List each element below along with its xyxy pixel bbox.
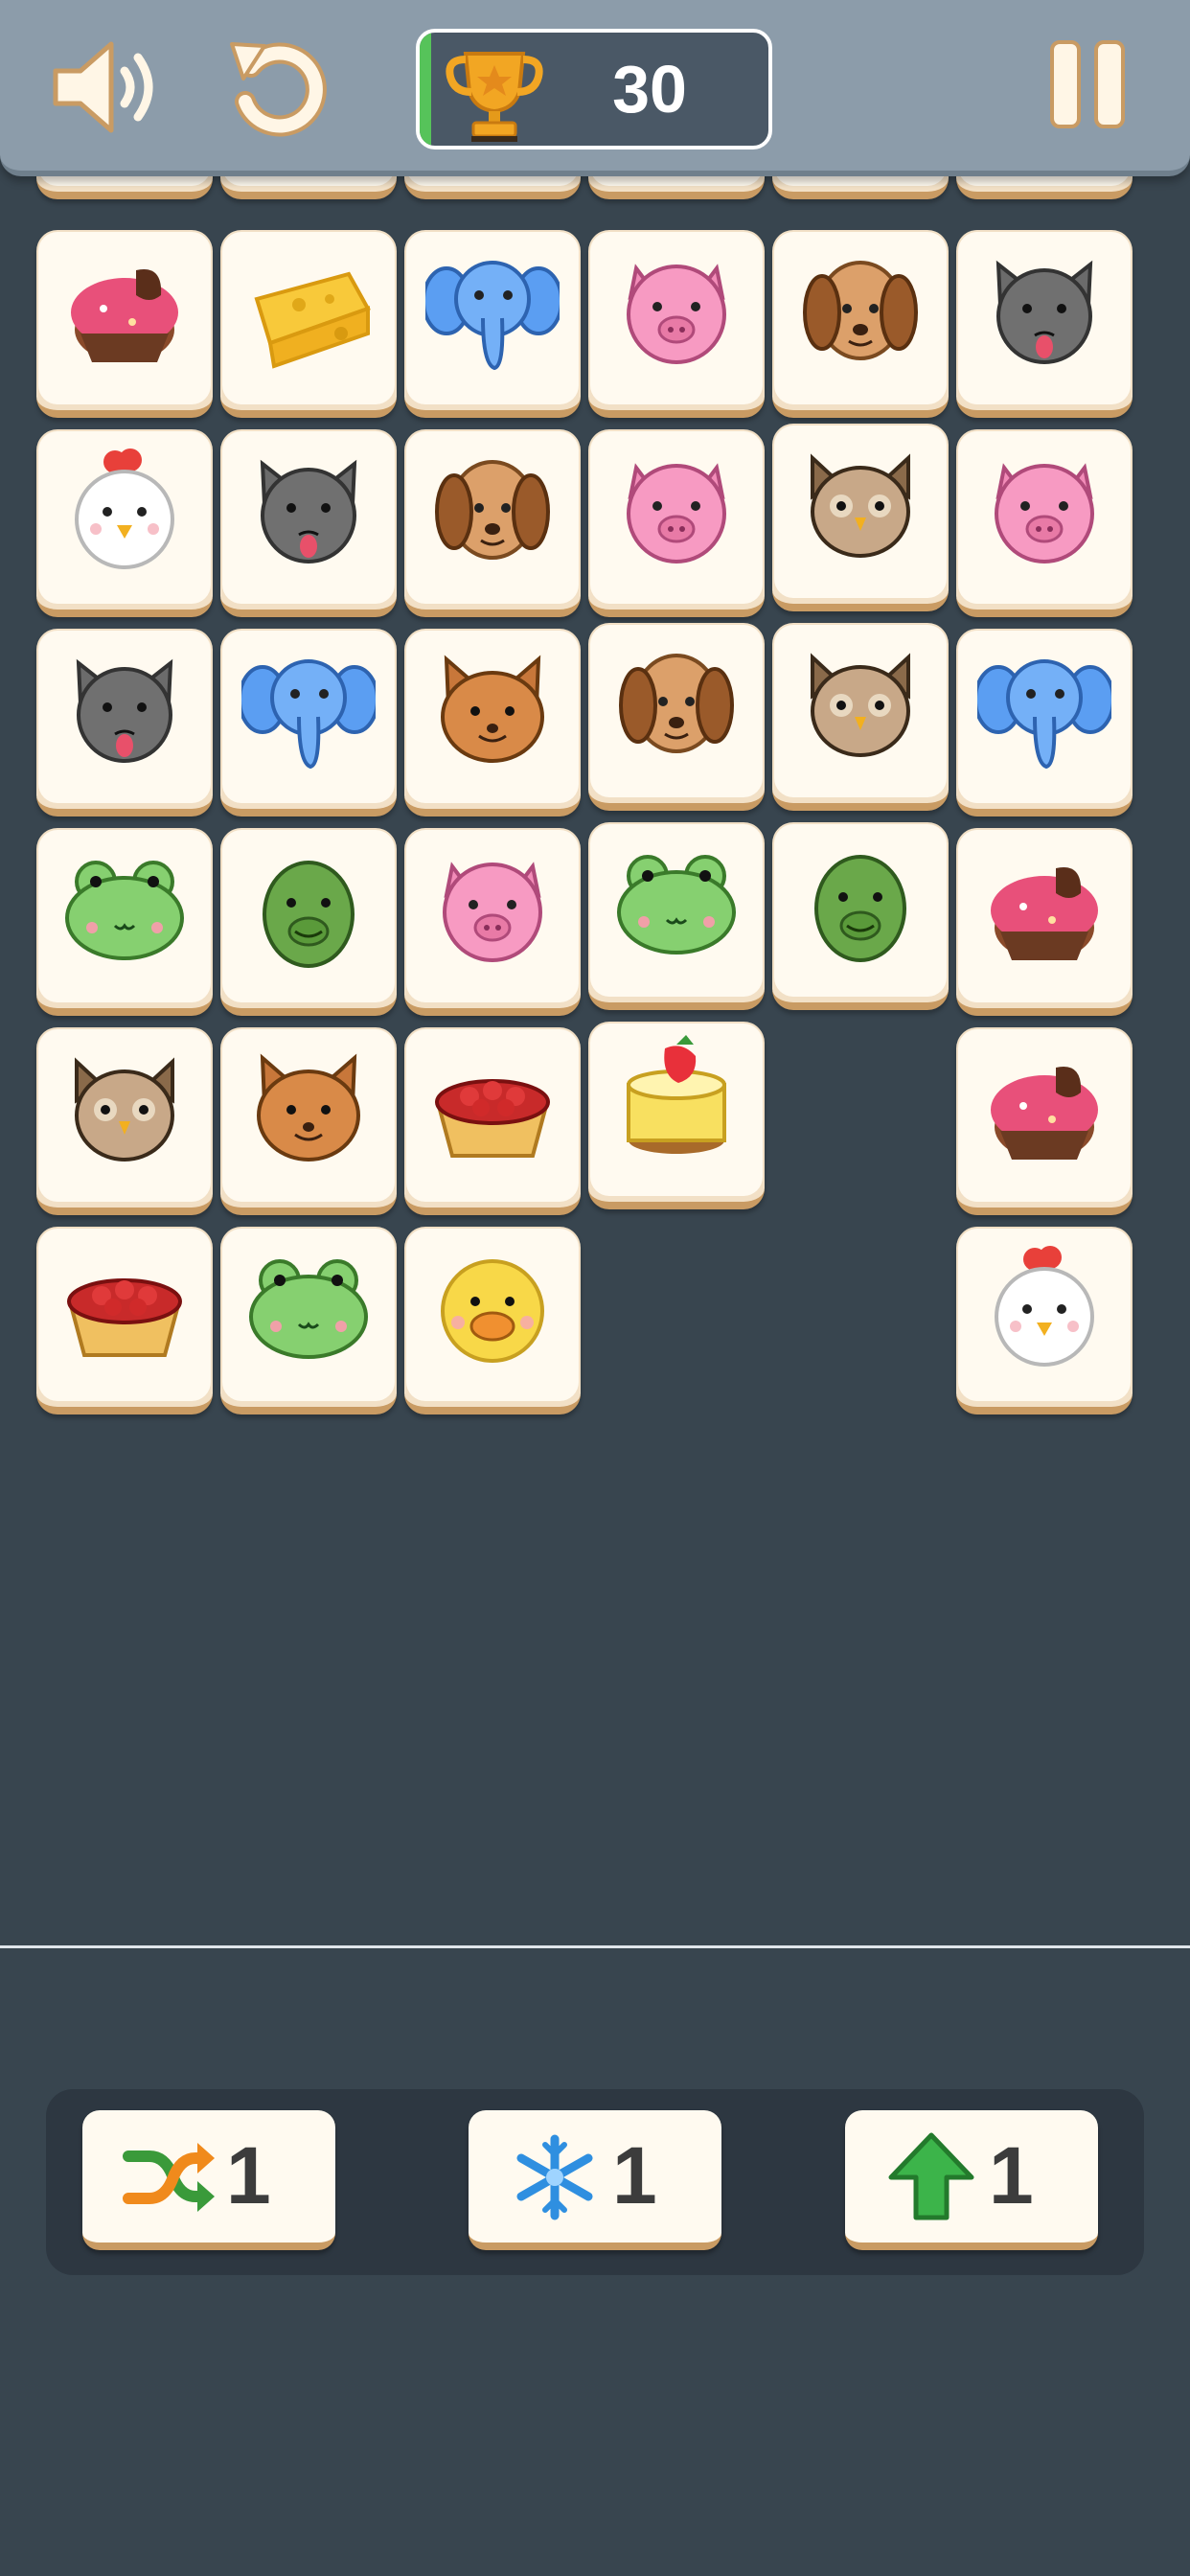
tart-icon	[435, 1079, 550, 1158]
chick-icon	[441, 1259, 544, 1363]
cat-icon	[995, 260, 1093, 364]
tile-fox[interactable]	[220, 1027, 397, 1215]
score-accent-bar	[420, 33, 431, 146]
tile-elephant[interactable]	[404, 230, 581, 418]
chicken-icon	[995, 1246, 1094, 1367]
shuffle-icon	[123, 2143, 215, 2212]
powerup-bar: 1 1 1	[46, 2089, 1144, 2275]
owl-icon	[75, 1057, 174, 1162]
tile-chicken[interactable]	[36, 429, 213, 617]
tart-icon	[67, 1278, 182, 1357]
freeze-button[interactable]: 1	[469, 2110, 721, 2250]
lift-button[interactable]: 1	[845, 2110, 1098, 2250]
shuffle-count: 1	[226, 2130, 271, 2220]
cake-icon	[991, 1067, 1098, 1160]
owl-icon	[811, 653, 910, 757]
tile-pig[interactable]	[404, 828, 581, 1016]
fox-icon	[257, 1053, 360, 1162]
dog-icon	[435, 460, 550, 560]
tile-cake[interactable]	[956, 828, 1133, 1016]
dog-icon	[619, 654, 734, 753]
freeze-count: 1	[612, 2130, 657, 2220]
tile-dog[interactable]	[588, 623, 765, 811]
tile-chick[interactable]	[404, 1227, 581, 1414]
tile-frog[interactable]	[36, 828, 213, 1016]
elephant-icon	[425, 261, 560, 371]
snowflake-icon	[516, 2134, 593, 2220]
tile-cat[interactable]	[956, 230, 1133, 418]
chicken-icon	[75, 448, 174, 569]
cheese-icon	[254, 271, 371, 369]
pause-icon	[1050, 40, 1125, 128]
tray-divider	[0, 1945, 1190, 1948]
undo-icon	[230, 42, 327, 137]
tile-frog[interactable]	[588, 822, 765, 1010]
tile-board	[0, 142, 1190, 1934]
frog-icon	[249, 1259, 368, 1359]
tile-cake[interactable]	[956, 1027, 1133, 1215]
sound-button[interactable]	[48, 34, 163, 140]
tile-cat[interactable]	[36, 629, 213, 816]
tile-cheesecake[interactable]	[588, 1022, 765, 1209]
pig-icon	[995, 463, 1094, 564]
up-arrow-icon	[888, 2132, 974, 2220]
fox-icon	[441, 655, 544, 763]
turtle-icon	[814, 855, 906, 962]
tile-fox[interactable]	[404, 629, 581, 816]
speaker-icon	[53, 41, 153, 133]
dog-icon	[803, 261, 918, 360]
lift-count: 1	[989, 2130, 1034, 2220]
cat-icon	[76, 658, 173, 763]
frog-icon	[617, 855, 736, 954]
tile-elephant[interactable]	[220, 629, 397, 816]
tile-chicken[interactable]	[956, 1227, 1133, 1414]
tile-cat[interactable]	[220, 429, 397, 617]
tile-elephant[interactable]	[956, 629, 1133, 816]
cheesecake-icon	[627, 1035, 726, 1154]
tile-pig[interactable]	[588, 230, 765, 418]
elephant-icon	[241, 659, 376, 770]
tile-cheese[interactable]	[220, 230, 397, 418]
owl-icon	[811, 453, 910, 558]
pig-icon	[627, 264, 726, 364]
tile-pig[interactable]	[956, 429, 1133, 617]
tile-cake[interactable]	[36, 230, 213, 418]
tile-dog[interactable]	[404, 429, 581, 617]
frog-icon	[65, 861, 184, 960]
tile-owl[interactable]	[772, 424, 949, 611]
cake-icon	[71, 269, 178, 362]
tile-turtle[interactable]	[772, 822, 949, 1010]
tile-owl[interactable]	[772, 623, 949, 811]
score-panel: 30	[416, 29, 772, 150]
cake-icon	[991, 867, 1098, 960]
score-value: 30	[612, 52, 687, 126]
tile-turtle[interactable]	[220, 828, 397, 1016]
tile-dog[interactable]	[772, 230, 949, 418]
pig-icon	[627, 463, 726, 564]
cat-icon	[260, 459, 357, 564]
tile-pig[interactable]	[588, 429, 765, 617]
top-bar: 30	[0, 0, 1190, 176]
tile-owl[interactable]	[36, 1027, 213, 1215]
tile-tart[interactable]	[36, 1227, 213, 1414]
turtle-icon	[263, 861, 355, 968]
pig-icon	[443, 862, 542, 962]
tile-tart[interactable]	[404, 1027, 581, 1215]
pause-button[interactable]	[1046, 38, 1129, 132]
elephant-icon	[977, 659, 1111, 770]
shuffle-button[interactable]: 1	[82, 2110, 335, 2250]
undo-button[interactable]	[222, 29, 333, 140]
tile-frog[interactable]	[220, 1227, 397, 1414]
trophy-icon	[446, 52, 543, 142]
